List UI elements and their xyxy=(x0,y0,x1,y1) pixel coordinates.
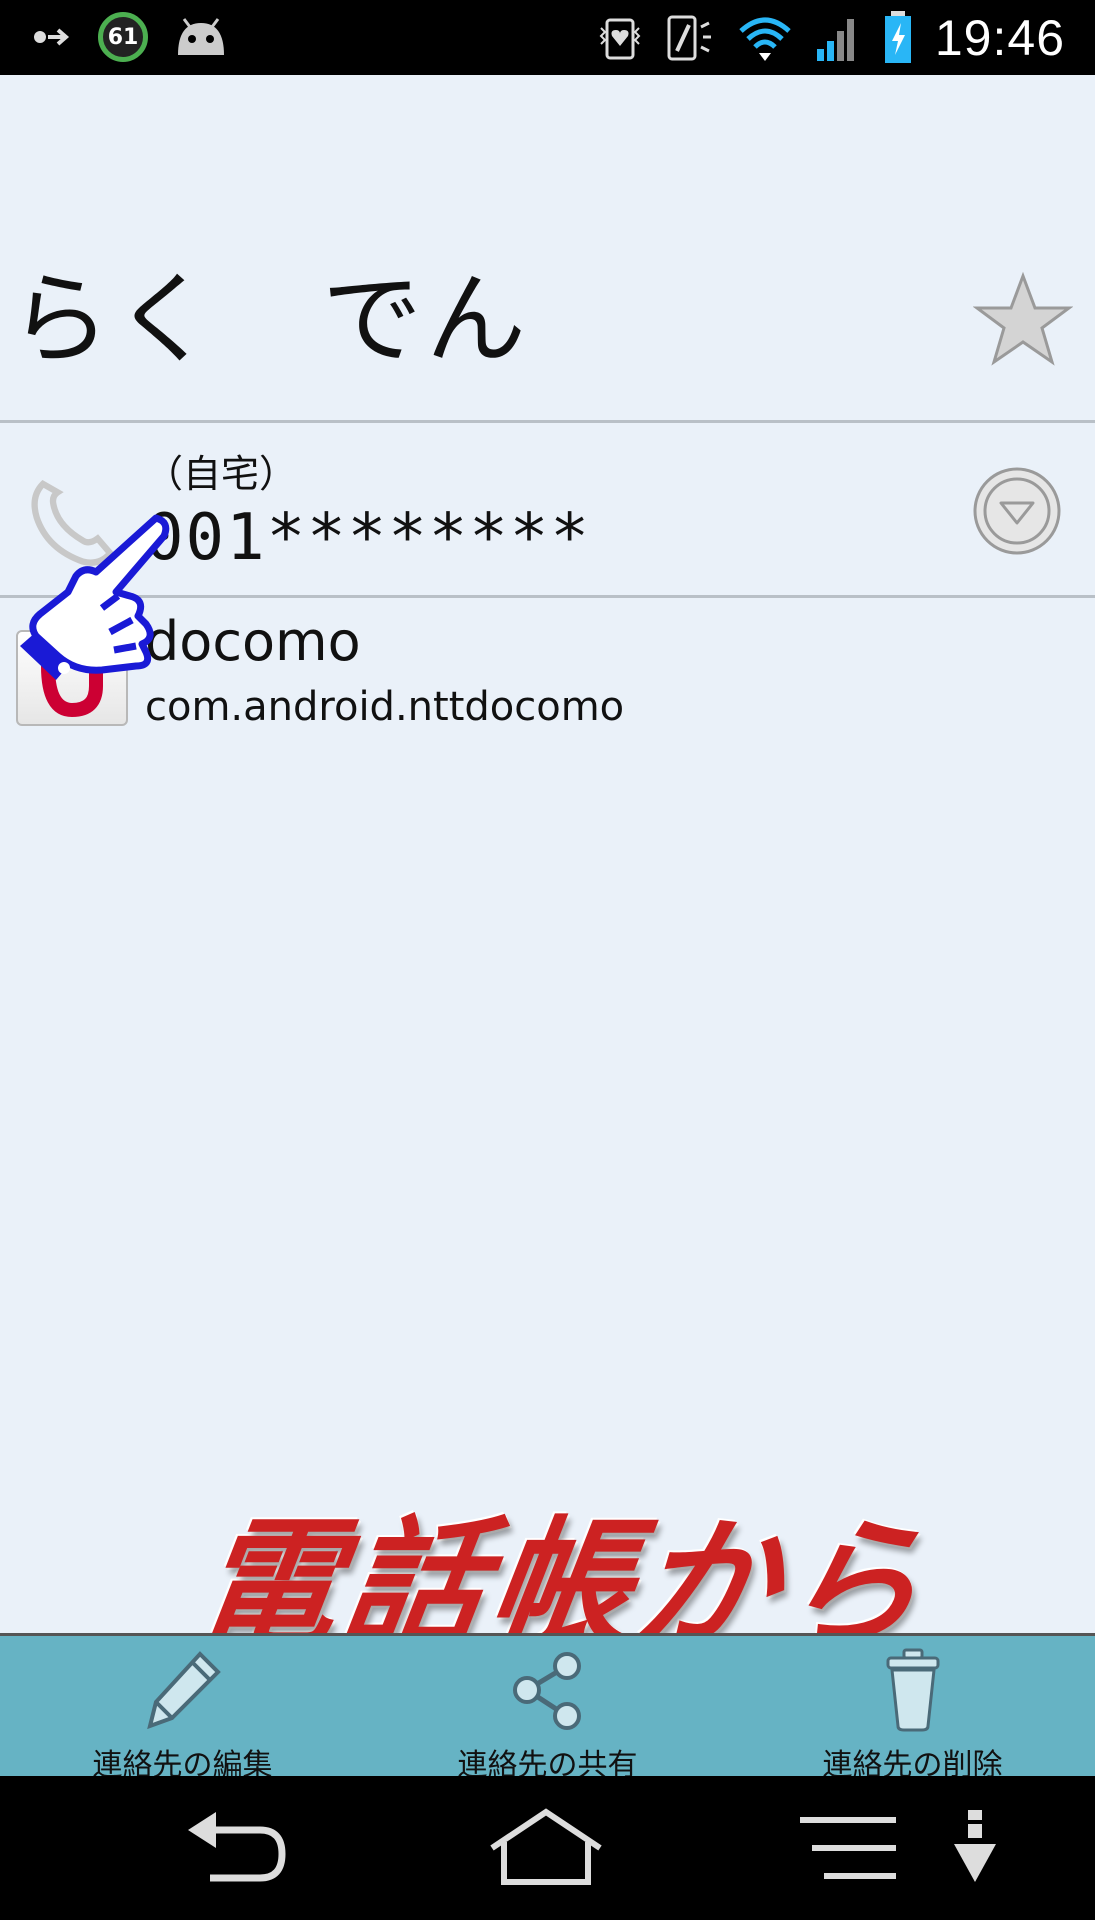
status-time: 19:46 xyxy=(934,10,1065,66)
back-icon[interactable] xyxy=(182,1808,292,1888)
home-icon[interactable] xyxy=(486,1808,606,1888)
action-bar: 連絡先の編集 連絡先の共有 連絡先の削除 xyxy=(0,1633,1095,1783)
nfc-phone-icon xyxy=(667,15,711,61)
contact-name: らく でん xyxy=(10,261,530,378)
download-icon[interactable] xyxy=(950,1808,1000,1888)
star-icon[interactable] xyxy=(973,270,1073,370)
vibrate-heart-icon xyxy=(599,18,641,60)
share-contact-button[interactable]: 連絡先の共有 xyxy=(365,1636,730,1783)
phone-type-label: （自宅） xyxy=(145,452,298,496)
contact-header: らく でん xyxy=(0,240,1095,420)
navigation-bar xyxy=(0,1776,1095,1920)
account-package: com.android.nttdocomo xyxy=(145,684,625,730)
expand-circle-icon[interactable] xyxy=(971,465,1063,557)
delete-contact-button[interactable]: 連絡先の削除 xyxy=(730,1636,1095,1783)
phone-number[interactable]: 001******** xyxy=(145,501,591,575)
android-icon xyxy=(178,18,224,55)
arrow-dot-icon xyxy=(34,28,70,46)
wifi-icon xyxy=(739,17,791,61)
counter-badge-text: 61 xyxy=(107,24,139,50)
menu-icon[interactable] xyxy=(798,1808,898,1888)
status-bar: 61 19:46 xyxy=(0,0,1095,75)
battery-charging-icon xyxy=(884,11,911,63)
signal-icon xyxy=(816,19,854,61)
trash-icon xyxy=(886,1648,939,1732)
share-icon xyxy=(512,1652,581,1730)
pointing-hand-icon xyxy=(20,514,170,680)
edit-contact-button[interactable]: 連絡先の編集 xyxy=(0,1636,365,1783)
header-divider xyxy=(0,420,1095,423)
pencil-icon xyxy=(146,1651,221,1730)
counter-badge-icon: 61 xyxy=(98,12,148,62)
account-name: docomo xyxy=(145,610,361,673)
